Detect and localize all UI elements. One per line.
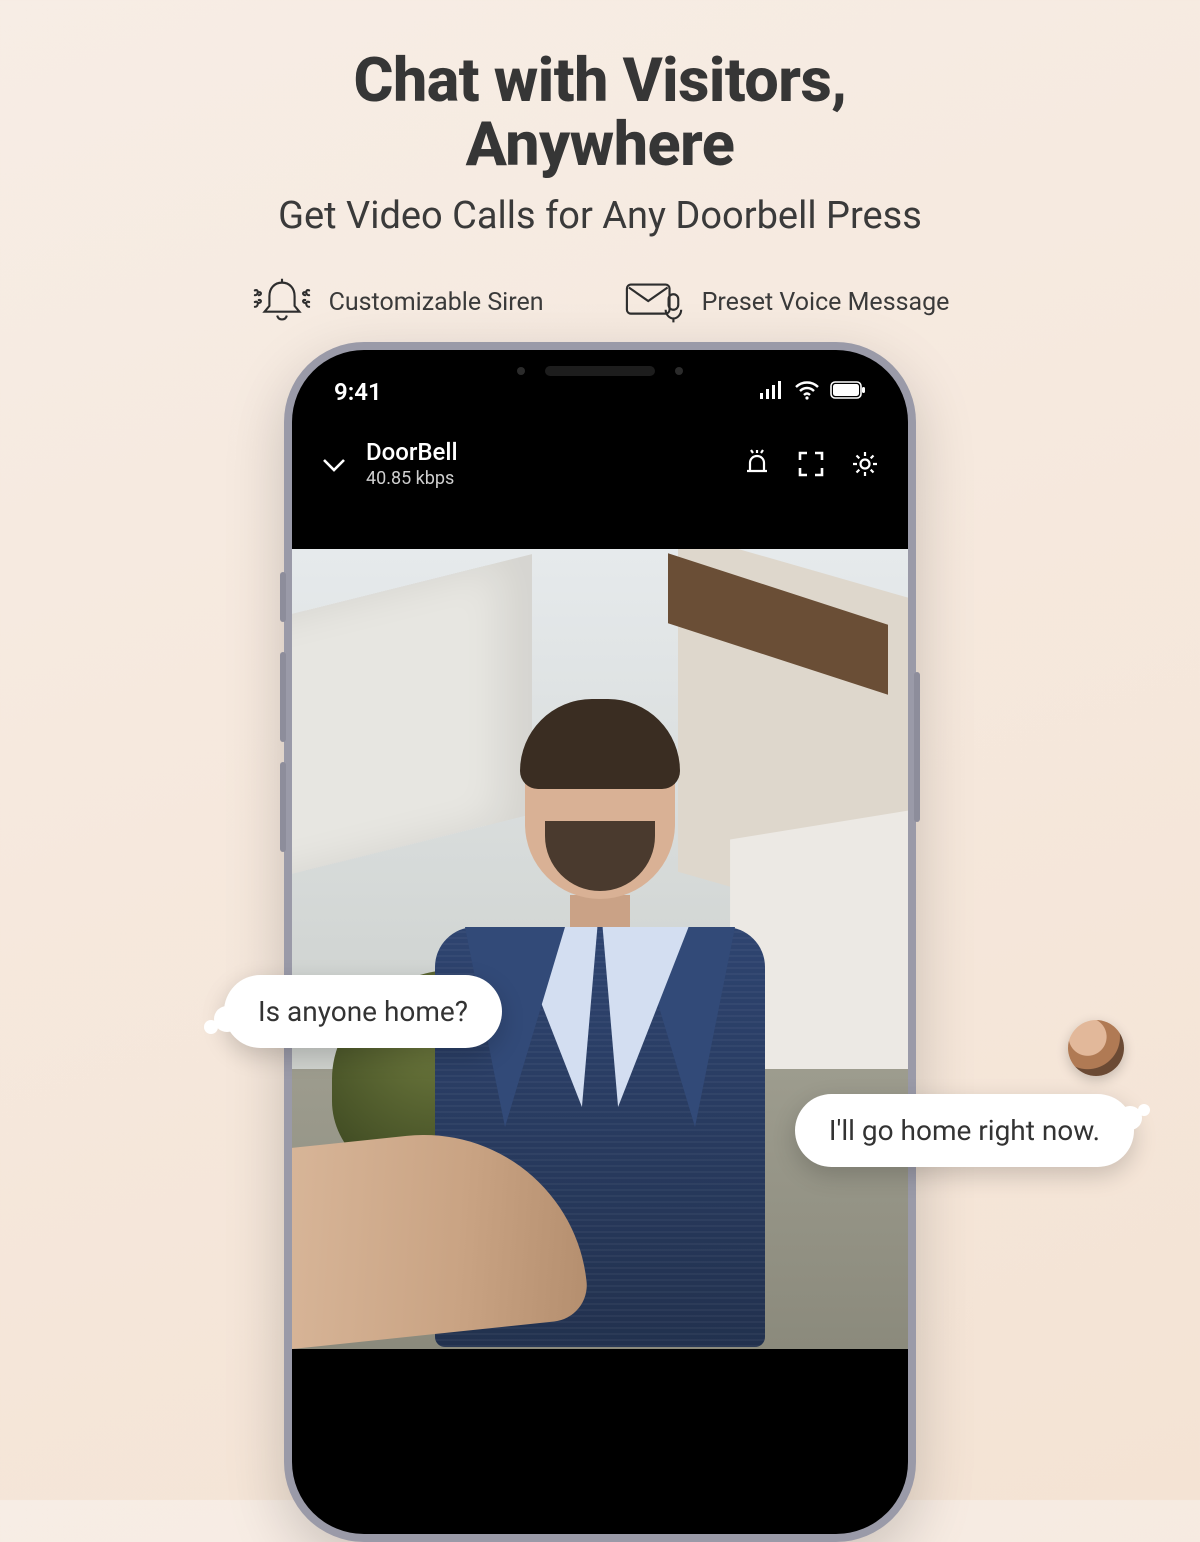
- hero: Chat with Visitors, Anywhere Get Video C…: [0, 0, 1200, 328]
- feature-row: Customizable Siren Preset Voice Message: [0, 276, 1200, 328]
- live-video-feed[interactable]: [292, 549, 908, 1349]
- phone-side-button: [280, 572, 286, 622]
- feature-voice-label: Preset Voice Message: [702, 288, 950, 317]
- phone-mockup: 9:41 DoorBell: [284, 342, 916, 1542]
- bitrate-label: 40.85 kbps: [366, 468, 742, 489]
- cellular-icon: [758, 381, 784, 403]
- app-header: DoorBell 40.85 kbps: [292, 410, 908, 499]
- voice-message-icon: [624, 276, 686, 328]
- chat-visitor-text: Is anyone home?: [258, 995, 468, 1028]
- settings-button[interactable]: [850, 449, 880, 479]
- chat-bubble-owner: I'll go home right now.: [795, 1094, 1134, 1167]
- back-button[interactable]: [320, 450, 348, 478]
- page-title: Chat with Visitors, Anywhere: [0, 48, 1200, 176]
- chat-owner-text: I'll go home right now.: [829, 1114, 1100, 1147]
- siren-toggle-button[interactable]: [742, 449, 772, 479]
- wifi-icon: [794, 380, 820, 404]
- feature-siren: Customizable Siren: [251, 276, 544, 328]
- title-line-1: Chat with Visitors,: [353, 44, 846, 116]
- feature-siren-label: Customizable Siren: [329, 288, 544, 317]
- fullscreen-button[interactable]: [796, 449, 826, 479]
- status-time: 9:41: [334, 378, 382, 406]
- owner-avatar: [1068, 1020, 1124, 1076]
- phone-side-button: [280, 652, 286, 742]
- chat-bubble-visitor: Is anyone home?: [224, 975, 502, 1048]
- phone-notch: [475, 350, 725, 392]
- phone-side-button: [280, 762, 286, 852]
- page-subtitle: Get Video Calls for Any Doorbell Press: [0, 194, 1200, 238]
- siren-bell-icon: [251, 276, 313, 328]
- phone-side-button: [914, 672, 920, 822]
- title-line-2: Anywhere: [466, 108, 735, 180]
- feature-voice: Preset Voice Message: [624, 276, 950, 328]
- device-name: DoorBell: [366, 438, 742, 466]
- battery-icon: [830, 381, 866, 403]
